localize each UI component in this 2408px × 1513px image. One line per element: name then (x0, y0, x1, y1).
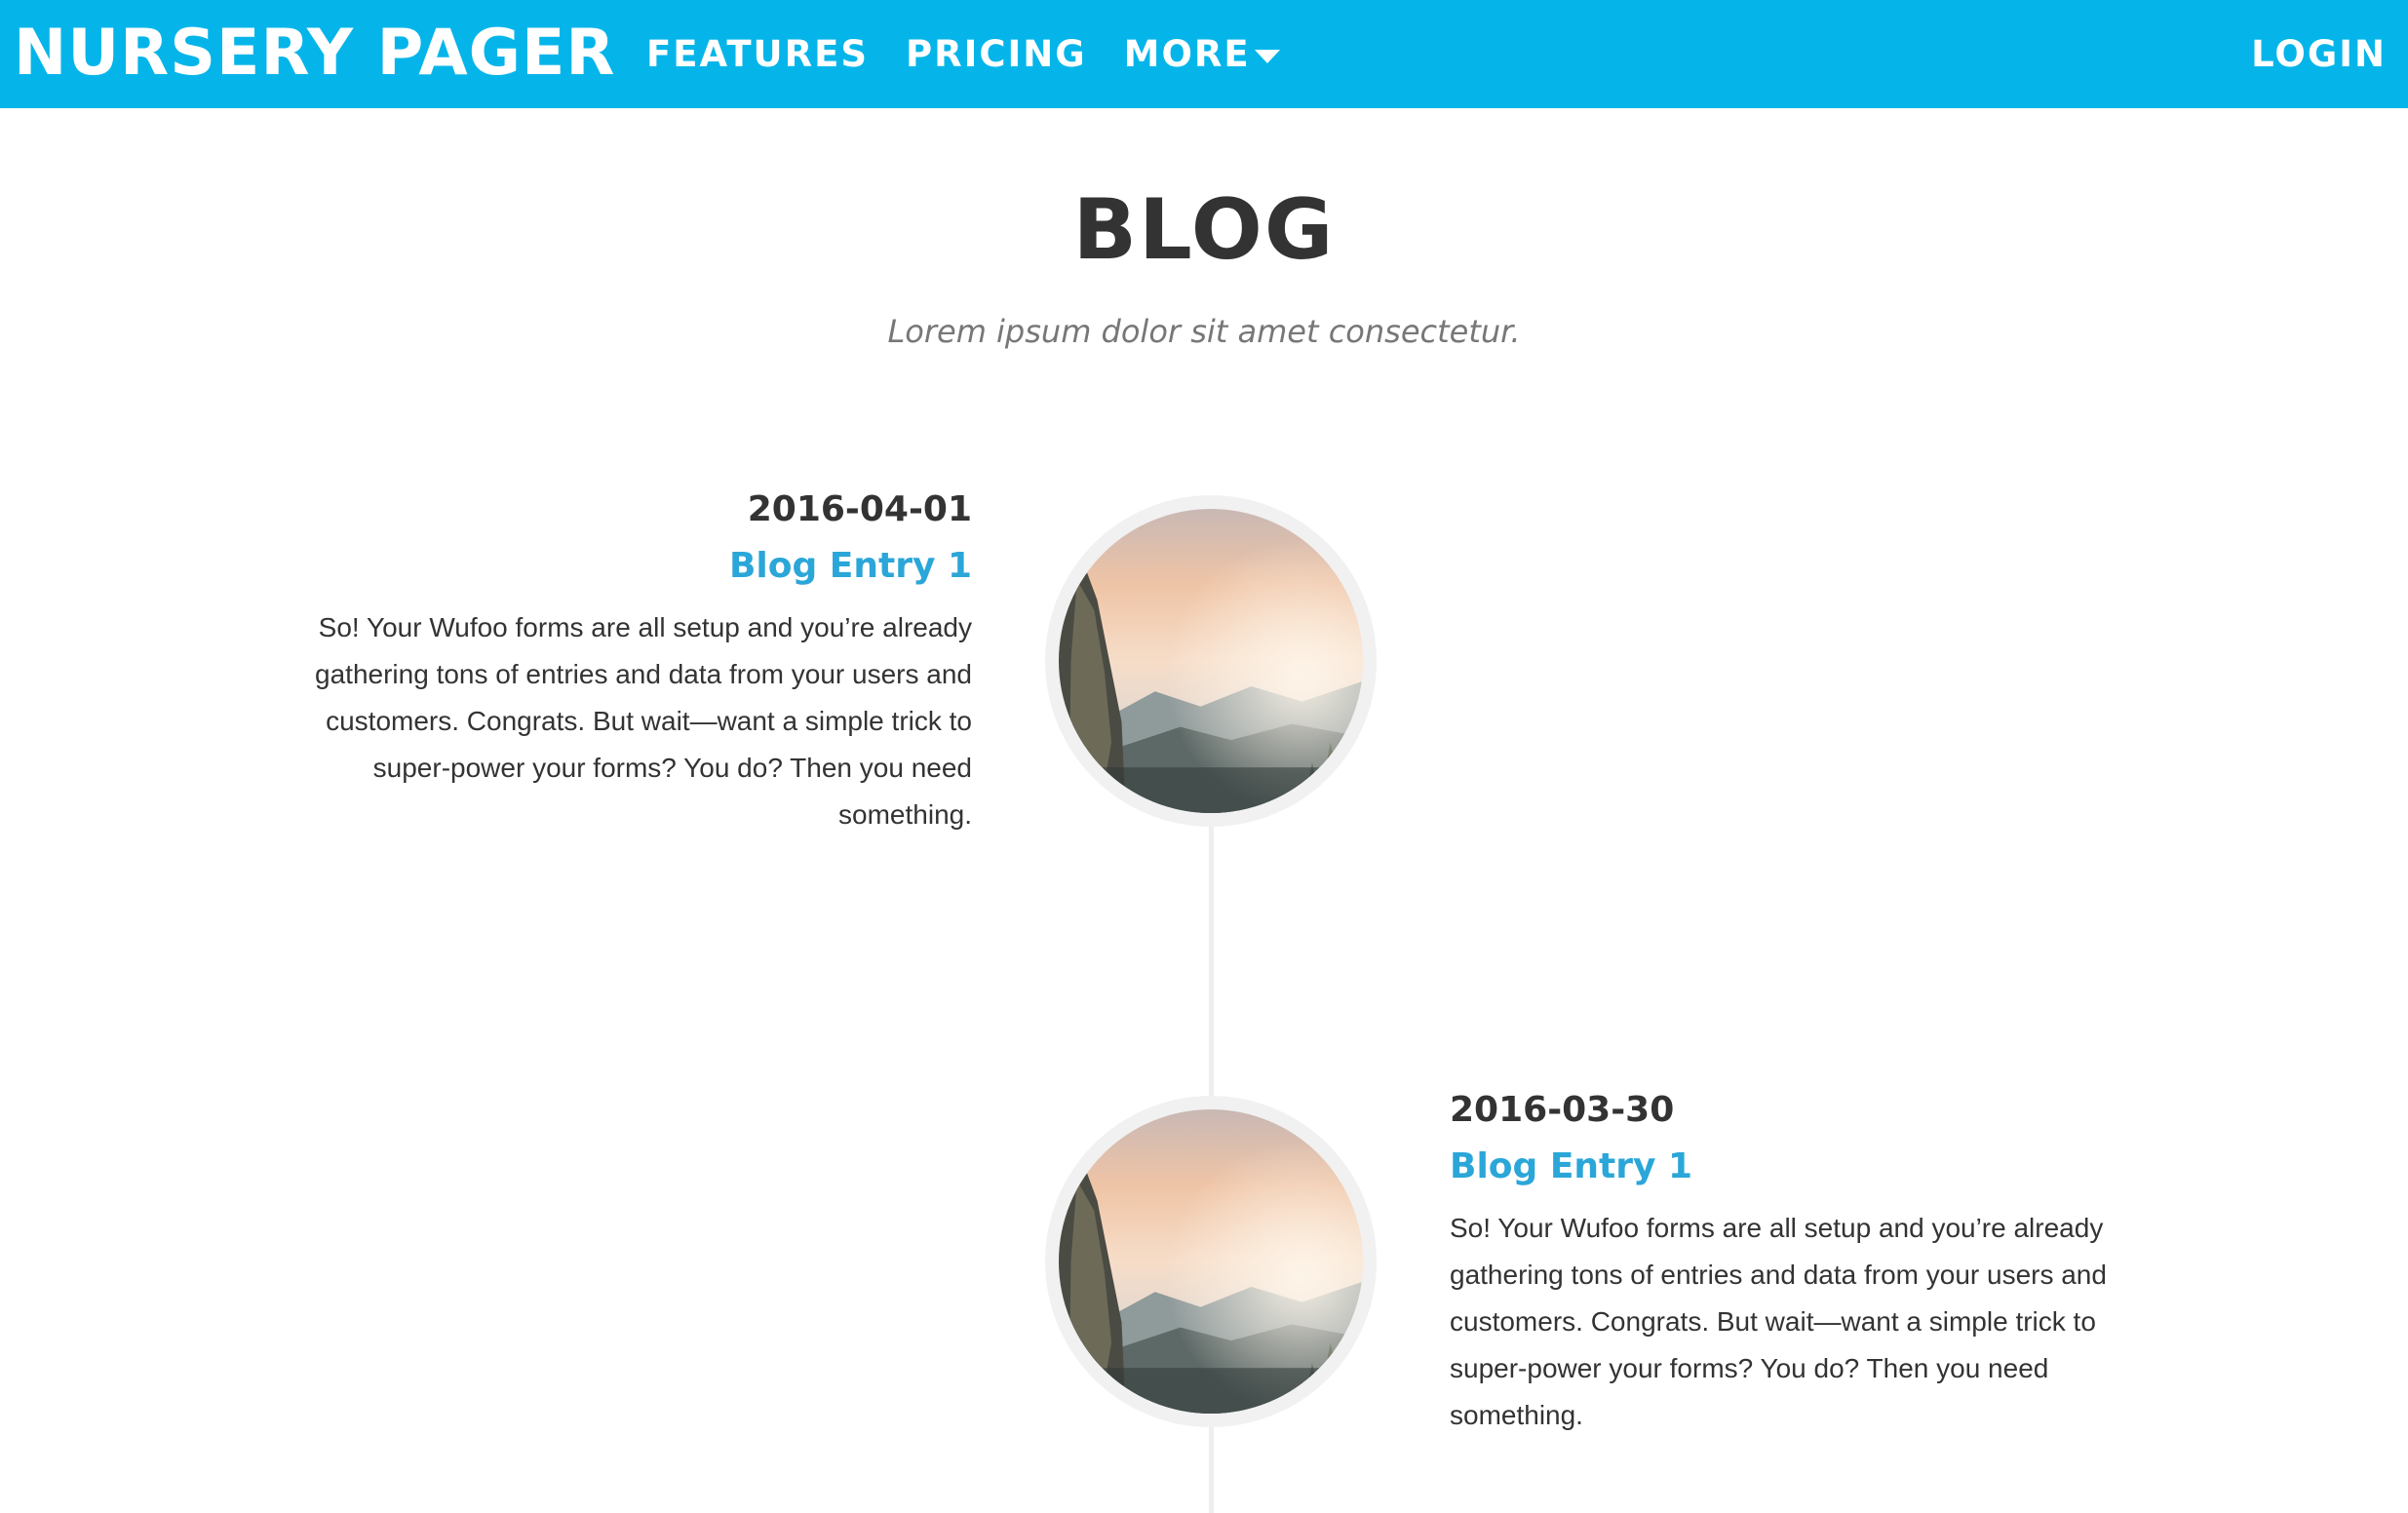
nav-link-more-dropdown[interactable]: MORE (1124, 33, 1280, 75)
nav-links: FEATURES PRICING MORE (646, 0, 1317, 108)
nav-link-pricing[interactable]: PRICING (906, 33, 1087, 75)
timeline-image-1 (1045, 495, 1377, 827)
nav-link-more-label: MORE (1123, 33, 1251, 75)
nav-link-pricing-label: PRICING (906, 33, 1087, 75)
entry-body: So! Your Wufoo forms are all setup and y… (315, 612, 972, 830)
nav-link-features[interactable]: FEATURES (646, 33, 869, 75)
entry-date: 2016-04-01 (747, 489, 972, 529)
login-link[interactable]: LOGIN (2251, 0, 2387, 108)
timeline-entry-2: 2016-03-30 Blog Entry 1 So! Your Wufoo f… (1450, 1088, 2122, 1439)
brand-logo[interactable]: NURSERY PAGER (14, 10, 615, 97)
page-title: BLOG (1072, 181, 1336, 279)
timeline-entry-1: 2016-04-01 Blog Entry 1 So! Your Wufoo f… (299, 487, 972, 838)
landscape-photo (1059, 1109, 1363, 1414)
chevron-down-icon (1254, 49, 1280, 63)
entry-title-link[interactable]: Blog Entry 1 (1450, 1144, 2122, 1189)
landscape-photo (1059, 509, 1363, 813)
entry-body: So! Your Wufoo forms are all setup and y… (1450, 1213, 2107, 1430)
page-subtitle: Lorem ipsum dolor sit amet consectetur. (887, 313, 1521, 350)
entry-title-link[interactable]: Blog Entry 1 (299, 544, 972, 589)
timeline-image-2 (1045, 1096, 1377, 1427)
login-label: LOGIN (2251, 33, 2387, 75)
nav-link-features-label: FEATURES (646, 33, 870, 75)
top-navbar: NURSERY PAGER FEATURES PRICING MORE LOGI… (0, 0, 2408, 108)
entry-date: 2016-03-30 (1450, 1090, 1675, 1130)
